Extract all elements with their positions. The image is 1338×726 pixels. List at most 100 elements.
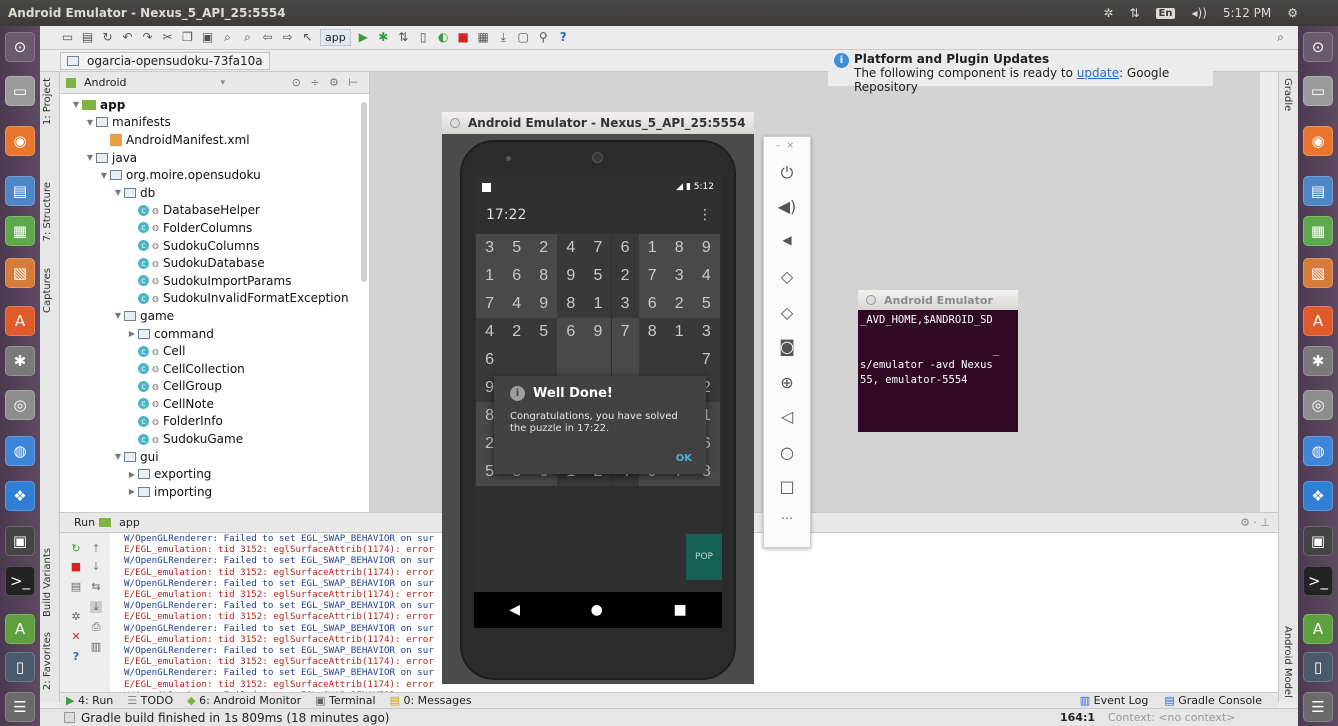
sudoku-cell[interactable]: 8 [530, 262, 558, 290]
recents-nav-icon[interactable]: ■ [673, 602, 686, 618]
calc-icon[interactable]: ▦ [1303, 216, 1333, 246]
sudoku-cell[interactable]: 4 [692, 262, 720, 290]
tree-item[interactable]: ▼ game [60, 307, 369, 325]
sudoku-cell[interactable]: 3 [611, 290, 639, 318]
screenshot-icon[interactable]: ◙ [764, 337, 810, 356]
power-icon[interactable]: ⏻ [764, 163, 810, 183]
tree-item[interactable]: AndroidManifest.xml [60, 131, 369, 149]
camera-icon[interactable]: ◎ [1303, 390, 1333, 420]
tab-build-variants[interactable]: Build Variants [42, 548, 53, 617]
apply-changes-icon[interactable]: ▯ [416, 30, 431, 45]
usb-creator-icon[interactable]: ▣ [5, 526, 35, 556]
software-center-icon[interactable]: A [1303, 306, 1333, 336]
software-center-icon[interactable]: A [5, 306, 35, 336]
impress-icon[interactable]: ▧ [5, 258, 35, 288]
dash-home-icon[interactable]: ⊙ [5, 32, 35, 62]
expand-arrow-icon[interactable]: ▼ [84, 118, 96, 127]
chevron-down-icon[interactable]: ▾ [221, 78, 226, 88]
usb-creator-icon[interactable]: ▣ [1303, 526, 1333, 556]
camera-icon[interactable]: ◎ [5, 390, 35, 420]
tree-item[interactable]: c ◍ SudokuGame [60, 430, 369, 448]
help-icon[interactable]: ? [556, 30, 571, 45]
expand-arrow-icon[interactable]: ▼ [112, 188, 124, 197]
sudoku-cell[interactable]: 6 [611, 234, 639, 262]
tab-event-log[interactable]: ▥ Event Log [1080, 694, 1149, 707]
back-icon[interactable]: ◁ [764, 407, 810, 426]
sudoku-cell[interactable]: 9 [530, 290, 558, 318]
sudoku-cell[interactable]: 6 [503, 262, 531, 290]
tree-item[interactable]: ▼ db [60, 184, 369, 202]
overflow-menu-icon[interactable]: ⋮ [698, 207, 712, 223]
expand-arrow-icon[interactable]: ▶ [126, 470, 138, 479]
sudoku-cell[interactable]: 5 [503, 234, 531, 262]
expand-arrow-icon[interactable]: ▼ [112, 311, 124, 320]
tab-messages[interactable]: ▤ 0: Messages [390, 694, 472, 707]
terminal-icon[interactable]: >_ [5, 566, 35, 596]
writer-icon[interactable]: ▤ [5, 176, 35, 206]
phone-screen[interactable]: ◢ ▮ 5:12 17:22 ⋮ 35247618916895273474981… [474, 176, 722, 628]
sudoku-cell[interactable] [503, 346, 531, 374]
tree-item[interactable]: c ◍ CellNote [60, 395, 369, 413]
home-nav-icon[interactable]: ● [591, 602, 603, 618]
close-window-button[interactable] [450, 118, 460, 128]
trash-icon[interactable]: ☰ [1303, 692, 1333, 722]
home-icon[interactable]: ○ [764, 443, 810, 462]
coverage-icon[interactable]: ◐ [436, 30, 451, 45]
volume-down-icon[interactable]: ◀ [764, 233, 810, 247]
sudoku-cell[interactable]: 4 [557, 234, 585, 262]
emulator-icon[interactable]: ▯ [5, 652, 35, 682]
close-icon[interactable]: × [786, 141, 800, 151]
pop-button[interactable]: POP [686, 534, 722, 580]
tab-run[interactable]: ▶ 4: Run [66, 694, 113, 707]
copy-icon[interactable]: ❐ [180, 30, 195, 45]
close-icon[interactable]: ✕ [70, 631, 82, 643]
android-device-monitor-icon[interactable]: ⚲ [536, 30, 551, 45]
overview-icon[interactable]: □ [764, 477, 810, 496]
rotate-right-icon[interactable]: ◇ [764, 303, 810, 322]
sudoku-cell[interactable] [584, 346, 612, 374]
sudoku-cell[interactable]: 3 [665, 262, 693, 290]
pin-icon[interactable]: ✲ [70, 611, 82, 623]
sudoku-cell[interactable]: 9 [584, 318, 612, 346]
tab-todo[interactable]: ☰ TODO [127, 694, 173, 707]
project-structure-icon[interactable]: ▢ [516, 30, 531, 45]
back-nav-icon[interactable]: ◀ [509, 602, 520, 618]
make-project-icon[interactable]: ↖ [300, 30, 315, 45]
sudoku-cell[interactable]: 7 [584, 234, 612, 262]
toggle-tool-windows-icon[interactable] [64, 712, 75, 723]
tab-project[interactable]: 1: Project [42, 78, 53, 125]
sudoku-cell[interactable]: 8 [638, 318, 666, 346]
run-configuration-select[interactable]: app [320, 29, 351, 46]
soft-wrap-icon[interactable]: ⇆ [90, 581, 102, 593]
minimize-icon[interactable]: – [776, 141, 787, 151]
dropbox-indicator-icon[interactable]: ✲ [1103, 6, 1113, 20]
tree-item[interactable]: c ◍ CellCollection [60, 360, 369, 378]
caret-position[interactable]: 164:1 [1060, 711, 1095, 724]
close-window-button[interactable] [866, 295, 876, 305]
sudoku-cell[interactable]: 8 [665, 234, 693, 262]
tab-captures[interactable]: Captures [42, 268, 53, 313]
expand-arrow-icon[interactable]: ▼ [70, 100, 82, 109]
zoom-icon[interactable]: ⊕ [764, 373, 810, 392]
panel-settings-icon[interactable]: ⊙ ÷ ⚙ ⊢ [292, 76, 361, 89]
search-everywhere-icon[interactable]: ⌕ [1273, 30, 1288, 45]
trash-icon[interactable]: ☰ [5, 692, 35, 722]
sudoku-cell[interactable] [638, 346, 666, 374]
restore-layout-icon[interactable]: ▤ [70, 581, 82, 593]
tree-item[interactable]: c ◍ Cell [60, 342, 369, 360]
help-icon[interactable]: ? [70, 651, 82, 663]
tree-item[interactable]: c ◍ SudokuColumns [60, 237, 369, 255]
tree-item[interactable]: ▼ app [60, 96, 369, 114]
sudoku-cell[interactable]: 2 [530, 234, 558, 262]
back-icon[interactable]: ⇦ [260, 30, 275, 45]
undo-icon[interactable]: ↶ [120, 30, 135, 45]
files-icon[interactable]: ▭ [1303, 76, 1333, 106]
sudoku-cell[interactable]: 1 [584, 290, 612, 318]
firefox-icon[interactable]: ◉ [1303, 126, 1333, 156]
tree-item[interactable]: ▼ java [60, 149, 369, 167]
android-studio-icon[interactable]: A [1303, 614, 1333, 644]
keyboard-layout-indicator[interactable]: En [1155, 7, 1176, 19]
scroll-up-icon[interactable]: ↑ [90, 543, 102, 555]
sudoku-cell[interactable]: 2 [665, 290, 693, 318]
project-view-select[interactable]: Android [84, 76, 127, 89]
